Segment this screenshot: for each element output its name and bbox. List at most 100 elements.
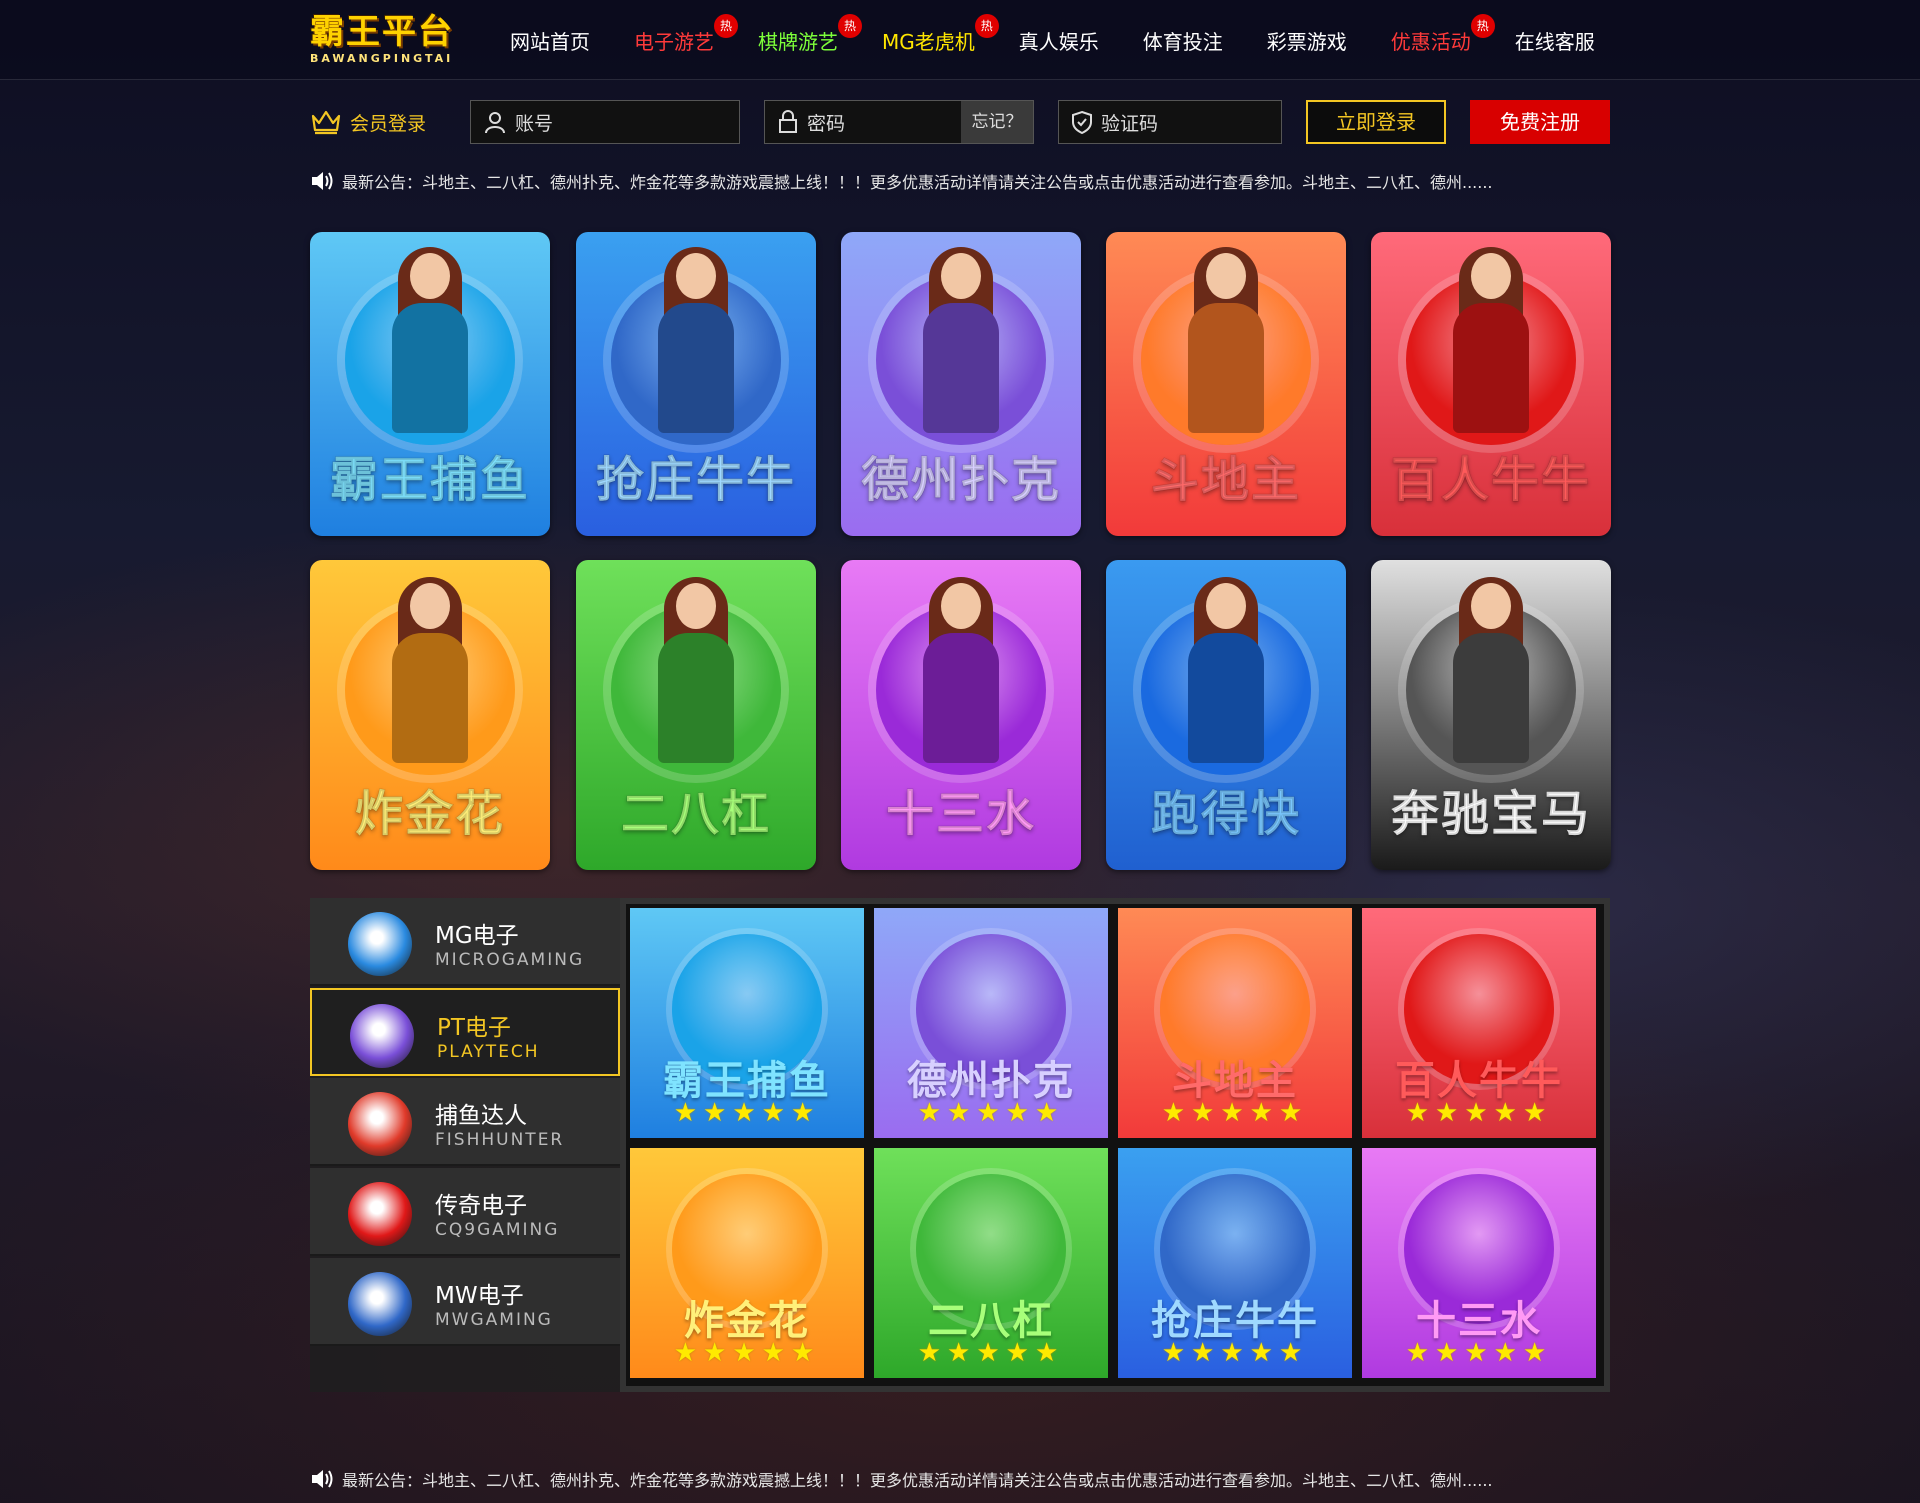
game-card[interactable]: 二八杠	[576, 560, 816, 870]
nav-item-label: 彩票游戏	[1266, 30, 1347, 54]
password-placeholder: 密码	[807, 112, 846, 135]
rating-stars: ★★★★★	[1161, 1098, 1309, 1128]
account-field[interactable]: 账号	[470, 100, 740, 144]
provider-name: MG电子	[435, 923, 519, 949]
provider-item[interactable]: PT电子 PLAYTECH	[310, 988, 620, 1076]
provider-name: PT电子	[437, 1015, 511, 1041]
nav-item[interactable]: 在线客服	[1515, 22, 1595, 62]
nav-item-label: 优惠活动	[1390, 30, 1471, 54]
nav-item-label: 电子游艺	[634, 30, 714, 54]
forgot-password-link[interactable]: 忘记？	[961, 101, 1033, 143]
provider-icon	[350, 1004, 414, 1068]
nav-item-label: MG老虎机	[882, 30, 975, 54]
rating-stars: ★★★★★	[1405, 1098, 1553, 1128]
nav-item[interactable]: 棋牌游艺热	[758, 14, 862, 62]
game-character-art	[1441, 246, 1541, 443]
captcha-placeholder: 验证码	[1101, 112, 1159, 135]
member-login-text: 会员登录	[350, 112, 427, 135]
provider-subtitle: MICROGAMING	[435, 950, 585, 970]
game-title: 霸王捕鱼	[329, 452, 530, 509]
game-title: 十三水	[885, 786, 1036, 843]
provider-section: MG电子 MICROGAMING PT电子 PLAYTECH 捕鱼达人 FISHHUNTE…	[310, 898, 1610, 1392]
game-card[interactable]: 炸金花	[310, 560, 550, 870]
game-title: 德州扑克	[860, 452, 1061, 509]
rating-stars: ★★★★★	[1405, 1338, 1553, 1368]
header: 霸王平台 BAWANGPINGTAI 网站首页 电子游艺热棋牌游艺热 MG老虎机热真…	[0, 0, 1920, 80]
nav-item[interactable]: 真人娱乐	[1019, 22, 1099, 62]
user-icon	[485, 112, 505, 134]
provider-item[interactable]: MG电子 MICROGAMING	[310, 898, 620, 986]
game-character-art	[1176, 246, 1276, 443]
nav-item[interactable]: 电子游艺热	[634, 14, 738, 62]
password-field[interactable]: 密码 忘记？	[764, 100, 1034, 144]
game-card[interactable]: 抢庄牛牛	[576, 232, 816, 536]
member-login-label: 会员登录	[310, 100, 426, 144]
game-card[interactable]: 十三水	[841, 560, 1081, 870]
notice-text-bottom: 最新公告：斗地主、二八杠、德州扑克、炸金花等多款游戏震撼上线！！！更多优惠活动详…	[342, 1471, 1493, 1490]
provider-game-tile[interactable]: 霸王捕鱼 ★★★★★	[630, 908, 864, 1138]
speaker-icon	[312, 172, 333, 190]
register-button[interactable]: 免费注册	[1470, 100, 1610, 144]
nav-item[interactable]: 网站首页	[510, 22, 590, 62]
rating-stars: ★★★★★	[673, 1098, 821, 1128]
provider-item[interactable]: 传奇电子 CQ9GAMING	[310, 1168, 620, 1256]
speaker-icon	[312, 1470, 333, 1488]
provider-subtitle: FISHHUNTER	[435, 1130, 565, 1150]
login-button[interactable]: 立即登录	[1306, 100, 1446, 144]
nav-item[interactable]: 优惠活动热	[1390, 14, 1495, 62]
game-card[interactable]: 霸王捕鱼	[310, 232, 550, 536]
nav-item-label: 网站首页	[510, 30, 590, 54]
provider-item[interactable]: MW电子 MWGAMING	[310, 1258, 620, 1346]
provider-name: 传奇电子	[435, 1193, 527, 1219]
game-card[interactable]: 百人牛牛	[1371, 232, 1611, 536]
game-title: 跑得快	[1150, 786, 1301, 843]
hot-badge: 热	[974, 14, 999, 38]
captcha-field[interactable]: 验证码	[1058, 100, 1282, 144]
hot-badge: 热	[838, 14, 862, 38]
provider-subtitle: PLAYTECH	[437, 1042, 540, 1062]
provider-name: MW电子	[435, 1283, 524, 1309]
game-character-art	[380, 246, 480, 443]
provider-game-tile[interactable]: 二八杠 ★★★★★	[874, 1148, 1108, 1378]
game-character-art	[1441, 576, 1541, 773]
provider-game-tile[interactable]: 抢庄牛牛 ★★★★★	[1118, 1148, 1352, 1378]
rating-stars: ★★★★★	[917, 1338, 1065, 1368]
provider-game-tile[interactable]: 百人牛牛 ★★★★★	[1362, 908, 1596, 1138]
provider-game-tile[interactable]: 斗地主 ★★★★★	[1118, 908, 1352, 1138]
game-character-art	[380, 576, 480, 773]
provider-name: 捕鱼达人	[435, 1103, 527, 1129]
provider-icon	[348, 1272, 412, 1336]
crown-icon	[311, 110, 341, 135]
nav-item-label: 体育投注	[1142, 30, 1223, 54]
shield-icon	[1072, 110, 1092, 134]
lock-icon	[779, 110, 797, 133]
game-card[interactable]: 跑得快	[1106, 560, 1346, 870]
game-card[interactable]: 奔驰宝马	[1371, 560, 1611, 870]
game-character-art	[911, 246, 1011, 443]
provider-subtitle: CQ9GAMING	[435, 1220, 560, 1240]
nav-item[interactable]: 体育投注	[1143, 22, 1223, 62]
nav-item-label: 在线客服	[1514, 30, 1595, 54]
logo-sub-text: BAWANGPINGTAI	[310, 52, 454, 65]
game-character-art	[1176, 576, 1276, 773]
provider-item[interactable]: 捕鱼达人 FISHHUNTER	[310, 1078, 620, 1166]
provider-game-tile[interactable]: 十三水 ★★★★★	[1362, 1148, 1596, 1378]
nav-item[interactable]: 彩票游戏	[1267, 22, 1347, 62]
hot-badge: 热	[1470, 14, 1495, 38]
nav-item[interactable]: MG老虎机热	[882, 14, 999, 62]
provider-subtitle: MWGAMING	[435, 1310, 553, 1330]
game-card[interactable]: 斗地主	[1106, 232, 1346, 536]
provider-icon	[348, 912, 412, 976]
game-character-art	[646, 246, 746, 443]
provider-icon	[348, 1092, 412, 1156]
rating-stars: ★★★★★	[673, 1338, 821, 1368]
provider-game-tile[interactable]: 炸金花 ★★★★★	[630, 1148, 864, 1378]
provider-game-grid: 霸王捕鱼 ★★★★★ 德州扑克 ★★★★★ 斗地主 ★★★★★ 百人牛牛 ★★★★★ 炸金花 ★★…	[620, 898, 1610, 1392]
game-title: 二八杠	[620, 786, 771, 843]
provider-game-tile[interactable]: 德州扑克 ★★★★★	[874, 908, 1108, 1138]
site-logo[interactable]: 霸王平台 BAWANGPINGTAI	[310, 12, 470, 70]
game-title: 斗地主	[1150, 452, 1301, 509]
account-placeholder: 账号	[515, 112, 554, 135]
game-character-art	[911, 576, 1011, 773]
game-card[interactable]: 德州扑克	[841, 232, 1081, 536]
